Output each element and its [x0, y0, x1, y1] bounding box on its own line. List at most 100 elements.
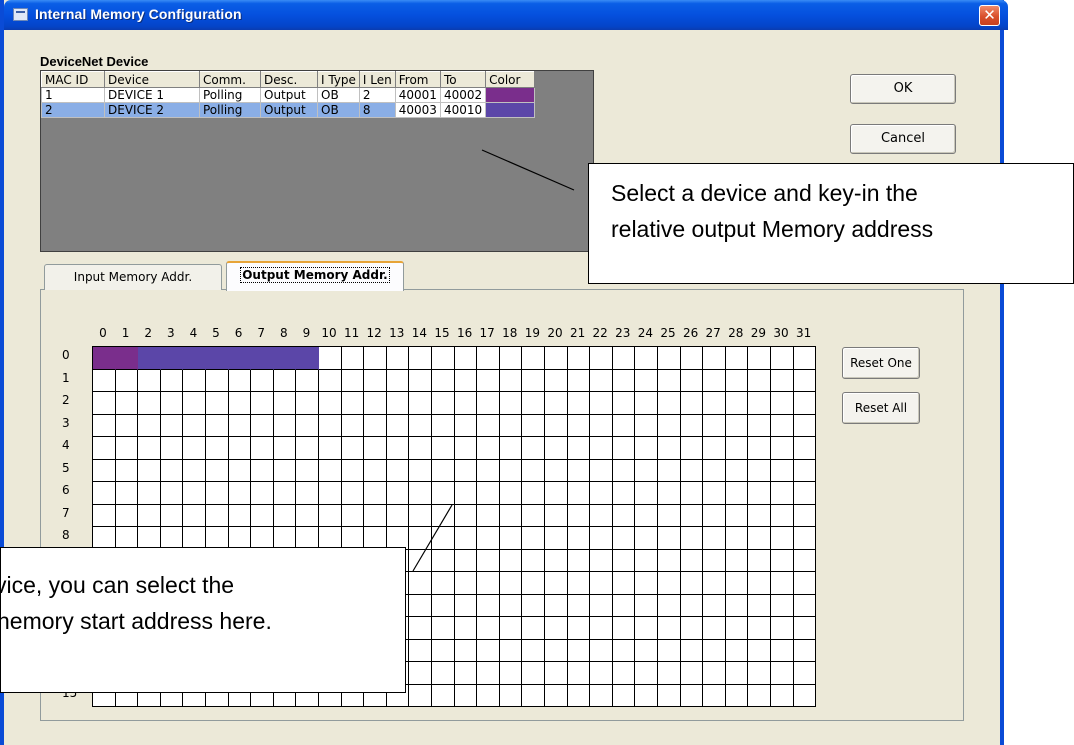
memory-cell[interactable]	[545, 437, 568, 460]
memory-cell[interactable]	[387, 347, 409, 370]
memory-cell[interactable]	[794, 460, 816, 482]
memory-cell[interactable]	[183, 415, 206, 437]
memory-cell[interactable]	[794, 370, 816, 392]
memory-cell[interactable]	[477, 572, 500, 595]
memory-cell[interactable]	[477, 392, 500, 415]
memory-cell[interactable]	[319, 437, 342, 460]
memory-cell[interactable]	[545, 460, 568, 482]
memory-cell[interactable]	[635, 617, 658, 640]
memory-cell[interactable]	[771, 415, 794, 437]
memory-cell[interactable]	[138, 415, 161, 437]
memory-cell[interactable]	[635, 527, 658, 550]
memory-cell[interactable]	[681, 662, 703, 685]
memory-cell[interactable]	[206, 347, 229, 370]
memory-cell[interactable]	[703, 347, 726, 370]
memory-cell[interactable]	[116, 347, 138, 370]
memory-cell[interactable]	[274, 347, 296, 370]
memory-cell[interactable]	[500, 437, 522, 460]
memory-cell[interactable]	[748, 460, 771, 482]
memory-cell[interactable]	[93, 460, 116, 482]
memory-cell[interactable]	[794, 640, 816, 662]
memory-cell[interactable]	[613, 392, 635, 415]
memory-cell[interactable]	[93, 437, 116, 460]
column-header[interactable]: To	[439, 71, 487, 88]
memory-cell[interactable]	[500, 640, 522, 662]
memory-cell[interactable]	[545, 685, 568, 707]
memory-cell[interactable]	[748, 437, 771, 460]
memory-cell[interactable]	[590, 415, 613, 437]
memory-cell[interactable]	[477, 595, 500, 617]
tab-output-memory-addr[interactable]: Output Memory Addr.	[226, 261, 404, 291]
memory-cell[interactable]	[477, 617, 500, 640]
memory-cell[interactable]	[568, 415, 590, 437]
memory-cell[interactable]	[794, 505, 816, 527]
memory-cell[interactable]	[681, 370, 703, 392]
memory-cell[interactable]	[681, 527, 703, 550]
memory-cell[interactable]	[342, 482, 364, 505]
memory-cell[interactable]	[590, 595, 613, 617]
memory-cell[interactable]	[161, 437, 183, 460]
memory-cell[interactable]	[658, 437, 681, 460]
memory-cell[interactable]	[206, 460, 229, 482]
memory-cell[interactable]	[183, 392, 206, 415]
memory-cell[interactable]	[748, 482, 771, 505]
ok-button[interactable]: OK	[850, 74, 956, 104]
memory-cell[interactable]	[658, 550, 681, 572]
memory-cell[interactable]	[748, 415, 771, 437]
memory-cell[interactable]	[500, 505, 522, 527]
memory-cell[interactable]	[681, 482, 703, 505]
memory-cell[interactable]	[364, 437, 387, 460]
memory-cell[interactable]	[432, 505, 455, 527]
memory-cell[interactable]	[613, 370, 635, 392]
memory-cell[interactable]	[568, 617, 590, 640]
memory-cell[interactable]	[500, 572, 522, 595]
memory-cell[interactable]	[568, 662, 590, 685]
memory-cell[interactable]	[229, 482, 251, 505]
memory-cell[interactable]	[500, 550, 522, 572]
memory-cell[interactable]	[296, 392, 319, 415]
memory-cell[interactable]	[206, 505, 229, 527]
memory-cell[interactable]	[522, 685, 545, 707]
memory-cell[interactable]	[138, 482, 161, 505]
memory-cell[interactable]	[681, 685, 703, 707]
memory-cell[interactable]	[522, 347, 545, 370]
memory-cell[interactable]	[319, 370, 342, 392]
memory-cell[interactable]	[364, 460, 387, 482]
memory-cell[interactable]	[613, 482, 635, 505]
memory-cell[interactable]	[794, 685, 816, 707]
memory-cell[interactable]	[613, 460, 635, 482]
memory-cell[interactable]	[342, 392, 364, 415]
memory-cell[interactable]	[387, 415, 409, 437]
memory-cell[interactable]	[409, 370, 432, 392]
memory-cell[interactable]	[296, 505, 319, 527]
memory-cell[interactable]	[658, 392, 681, 415]
memory-cell[interactable]	[364, 505, 387, 527]
memory-cell[interactable]	[432, 550, 455, 572]
memory-cell[interactable]	[590, 392, 613, 415]
memory-cell[interactable]	[387, 460, 409, 482]
memory-cell[interactable]	[613, 685, 635, 707]
memory-cell[interactable]	[455, 572, 477, 595]
memory-cell[interactable]	[681, 347, 703, 370]
memory-cell[interactable]	[229, 437, 251, 460]
memory-cell[interactable]	[477, 550, 500, 572]
memory-cell[interactable]	[296, 460, 319, 482]
memory-cell[interactable]	[522, 595, 545, 617]
memory-cell[interactable]	[726, 505, 748, 527]
memory-cell[interactable]	[161, 392, 183, 415]
memory-cell[interactable]	[568, 527, 590, 550]
memory-cell[interactable]	[522, 437, 545, 460]
memory-cell[interactable]	[500, 460, 522, 482]
memory-cell[interactable]	[568, 482, 590, 505]
memory-cell[interactable]	[748, 617, 771, 640]
memory-cell[interactable]	[794, 572, 816, 595]
memory-cell[interactable]	[522, 640, 545, 662]
memory-cell[interactable]	[635, 505, 658, 527]
memory-cell[interactable]	[748, 640, 771, 662]
memory-cell[interactable]	[522, 662, 545, 685]
memory-cell[interactable]	[635, 595, 658, 617]
memory-cell[interactable]	[409, 550, 432, 572]
memory-cell[interactable]	[545, 415, 568, 437]
memory-cell[interactable]	[161, 415, 183, 437]
memory-cell[interactable]	[681, 595, 703, 617]
